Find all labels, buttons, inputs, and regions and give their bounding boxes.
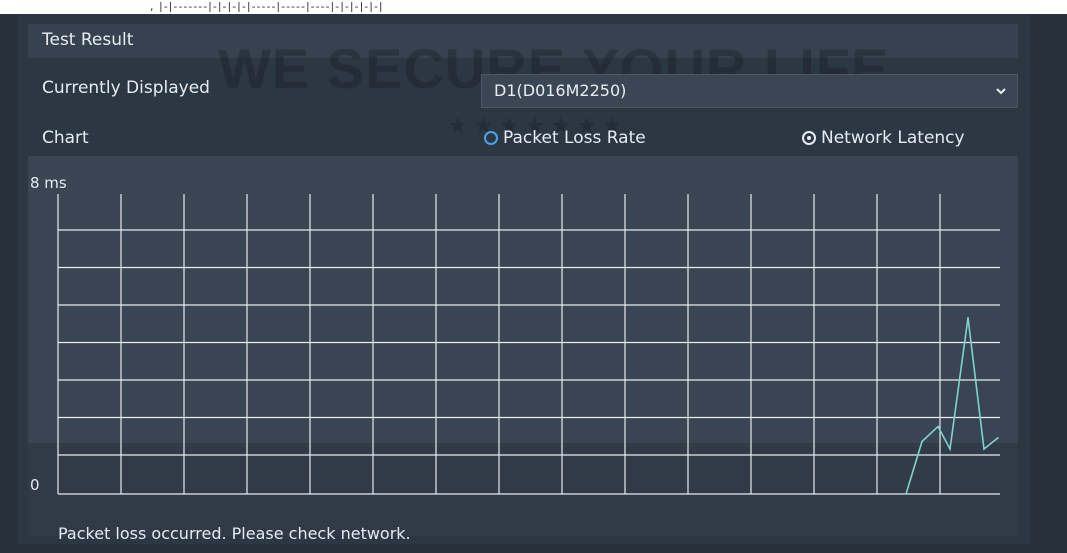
- status-message: Packet loss occurred. Please check netwo…: [58, 524, 411, 543]
- latency-data-point: [921, 440, 923, 443]
- latency-chart: 8 ms 0: [28, 156, 1018, 536]
- latency-data-point: [997, 437, 999, 439]
- radio-selected-icon: [802, 131, 816, 145]
- top-strip: , |‑|‑‑‑‑‑‑‑|‑|‑|‑|‑|‑‑‑‑‑|‑‑‑‑‑|‑‑‑‑|‑|…: [0, 0, 1067, 14]
- test-result-panel: Test Result WE SECURE YOUR LIFE ★★★★★★★ …: [18, 14, 1030, 544]
- radio-network-latency-label: Network Latency: [821, 128, 965, 148]
- latency-data-point: [983, 448, 985, 450]
- radio-network-latency[interactable]: Network Latency: [802, 128, 965, 148]
- chart-canvas: 8 ms 0: [30, 174, 1000, 495]
- section-title: Test Result: [42, 30, 134, 50]
- chart-y-max-label: 8 ms: [30, 174, 67, 192]
- latency-data-point: [937, 425, 939, 428]
- chart-y-min-label: 0: [30, 476, 40, 494]
- clipped-toolbar-edge: , |‑|‑‑‑‑‑‑‑|‑|‑|‑|‑|‑‑‑‑‑|‑‑‑‑‑|‑‑‑‑|‑|…: [150, 0, 384, 12]
- currently-displayed-label: Currently Displayed: [42, 78, 210, 98]
- radio-unselected-icon: [484, 131, 498, 145]
- radio-packet-loss-label: Packet Loss Rate: [503, 128, 646, 148]
- radio-packet-loss-rate[interactable]: Packet Loss Rate: [484, 128, 646, 148]
- latency-data-point: [949, 448, 951, 450]
- latency-series-line: [905, 317, 999, 495]
- chart-label: Chart: [42, 128, 89, 148]
- latency-data-point: [905, 493, 907, 495]
- channel-select-value: D1(D016M2250): [494, 81, 627, 100]
- latency-data-point: [967, 317, 969, 319]
- channel-select[interactable]: D1(D016M2250): [481, 74, 1018, 108]
- chevron-down-icon: [996, 88, 1006, 95]
